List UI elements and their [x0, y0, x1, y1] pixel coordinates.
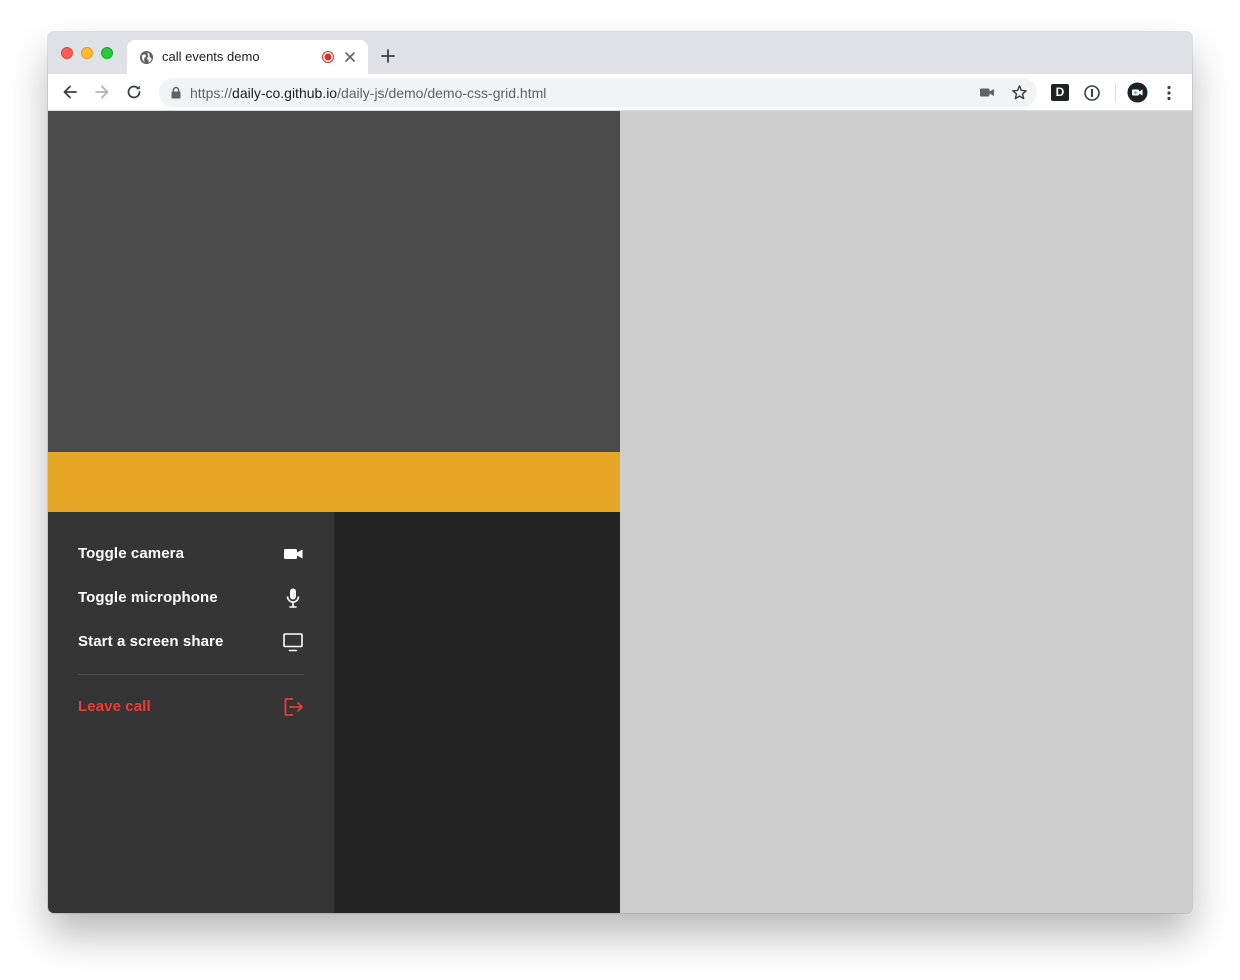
- page-content: Toggle camera Toggle microphone Start a …: [48, 111, 1192, 913]
- toggle-microphone-label: Toggle microphone: [78, 589, 218, 606]
- reload-icon[interactable]: [125, 83, 143, 101]
- leave-icon: [284, 698, 303, 716]
- star-icon[interactable]: [1011, 84, 1028, 101]
- browser-window: call events demo https://daily-co.github…: [48, 32, 1192, 913]
- tab-call-events-demo[interactable]: call events demo: [127, 40, 368, 74]
- leave-call-button[interactable]: Leave call: [78, 695, 304, 719]
- lock-icon[interactable]: [170, 86, 182, 99]
- controls-divider: [78, 674, 304, 675]
- url-host: daily-co.github.io: [232, 85, 338, 101]
- recording-dot-icon: [322, 51, 334, 63]
- camera-icon: [284, 549, 303, 559]
- monitor-icon: [283, 633, 303, 652]
- microphone-icon: [286, 588, 300, 608]
- toggle-camera-button[interactable]: Toggle camera: [78, 542, 304, 566]
- tab-strip: call events demo: [48, 32, 1192, 74]
- address-bar[interactable]: https://daily-co.github.io/daily-js/demo…: [159, 78, 1037, 107]
- kebab-menu-icon[interactable]: [1164, 84, 1174, 102]
- url-scheme: https://: [190, 85, 233, 101]
- accent-bar: [48, 452, 620, 512]
- tab-title: call events demo: [162, 49, 260, 64]
- call-controls-panel: Toggle camera Toggle microphone Start a …: [48, 512, 334, 913]
- screen-share-label: Start a screen share: [78, 633, 224, 650]
- forward-icon[interactable]: [93, 83, 111, 101]
- toolbar-divider: [1115, 84, 1116, 102]
- maximize-window-button[interactable]: [101, 47, 113, 59]
- info-extension-icon[interactable]: [1083, 84, 1101, 102]
- camera-icon[interactable]: [979, 86, 995, 99]
- browser-toolbar: https://daily-co.github.io/daily-js/demo…: [48, 74, 1192, 111]
- url-text[interactable]: https://daily-co.github.io/daily-js/demo…: [190, 85, 546, 101]
- toggle-microphone-button[interactable]: Toggle microphone: [78, 586, 304, 610]
- close-window-button[interactable]: [61, 47, 73, 59]
- url-path: /daily-js/demo/demo-css-grid.html: [337, 85, 547, 101]
- daily-extension-icon[interactable]: [1127, 82, 1148, 103]
- leave-call-label: Leave call: [78, 698, 151, 715]
- video-tile-empty: [334, 512, 620, 913]
- minimize-window-button[interactable]: [81, 47, 93, 59]
- video-tile-local: [48, 111, 620, 452]
- d-extension-icon[interactable]: D: [1051, 84, 1069, 101]
- toggle-camera-label: Toggle camera: [78, 545, 185, 562]
- globe-icon: [139, 50, 154, 65]
- video-tile-remote: [620, 111, 1192, 913]
- plus-icon[interactable]: [380, 48, 396, 64]
- screen-share-button[interactable]: Start a screen share: [78, 630, 304, 654]
- back-icon[interactable]: [61, 83, 79, 101]
- close-icon[interactable]: [343, 50, 357, 64]
